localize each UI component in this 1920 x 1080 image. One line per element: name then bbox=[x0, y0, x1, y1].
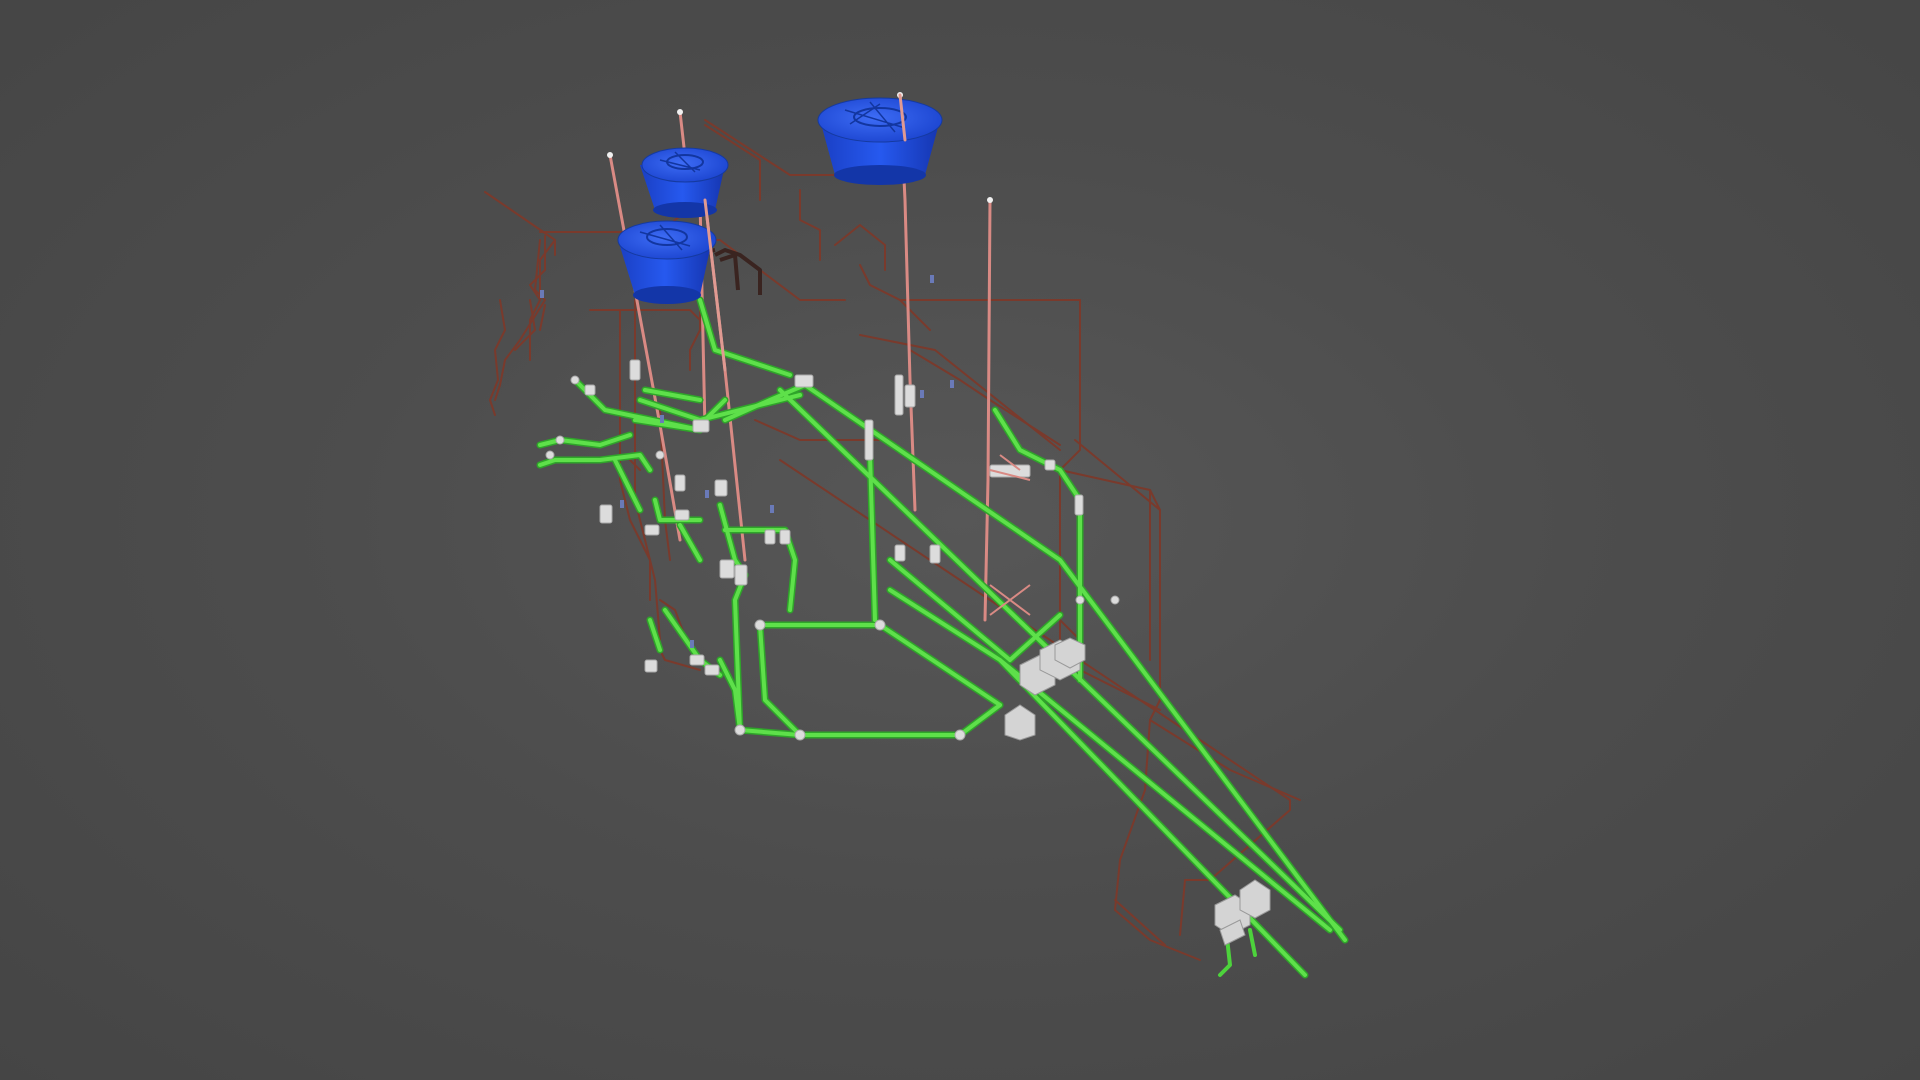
water-tank-left-top[interactable] bbox=[640, 147, 729, 218]
3d-model-viewport[interactable] bbox=[0, 0, 1920, 1080]
plumbing-3d-model[interactable] bbox=[0, 0, 1920, 1080]
water-tank-right[interactable] bbox=[817, 97, 943, 185]
cold-water-supply-network bbox=[484, 119, 1301, 961]
